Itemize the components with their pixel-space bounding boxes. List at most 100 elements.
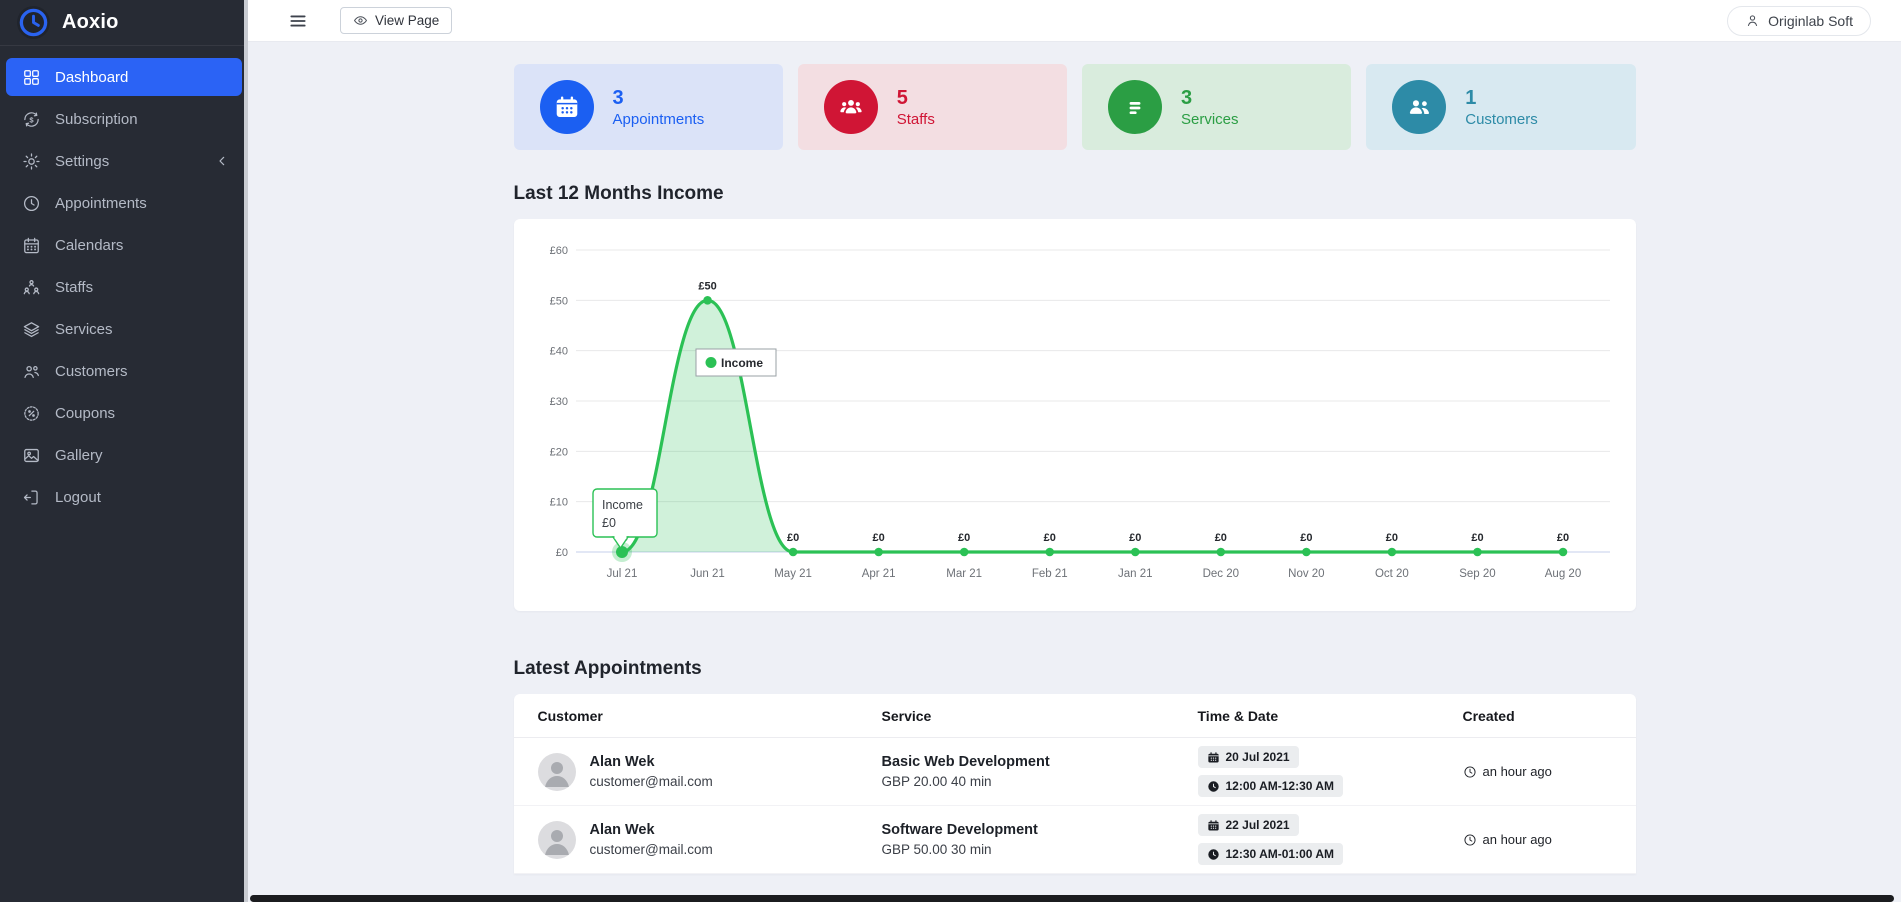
svg-text:£0: £0 xyxy=(1214,532,1226,544)
svg-text:£0: £0 xyxy=(958,532,970,544)
stat-card-staffs: 5Staffs xyxy=(798,64,1067,150)
svg-text:£0: £0 xyxy=(786,532,798,544)
sidebar-item-label: Calendars xyxy=(55,237,123,254)
stat-value: 3 xyxy=(613,87,705,110)
calendar-icon xyxy=(1207,751,1220,764)
list-filled-icon xyxy=(1108,80,1162,134)
column-header-created: Created xyxy=(1463,708,1612,724)
sidebar-item-gallery[interactable]: Gallery xyxy=(6,436,242,474)
grid-icon xyxy=(22,68,41,87)
sidebar-item-subscription[interactable]: $Subscription xyxy=(6,100,242,138)
sidebar: Aoxio Dashboard $Subscription Settings Appo… xyxy=(0,0,248,902)
appointments-table-header: Customer Service Time & Date Created xyxy=(514,694,1636,738)
customer-name: Alan Wek xyxy=(590,754,713,770)
clock-icon xyxy=(1207,780,1220,793)
eye-icon xyxy=(353,13,368,28)
appointment-row[interactable]: Alan Wekcustomer@mail.comSoftware Develo… xyxy=(514,806,1636,874)
sidebar-item-label: Customers xyxy=(55,363,128,380)
gear-icon xyxy=(22,152,41,171)
income-chart-panel: £0£10£20£30£40£50£60£0Jul 21£50Jun 21£0M… xyxy=(514,219,1636,611)
customer-email: customer@mail.com xyxy=(590,774,713,789)
svg-text:£50: £50 xyxy=(549,295,567,307)
svg-text:£0: £0 xyxy=(872,532,884,544)
account-label: Originlab Soft xyxy=(1768,13,1853,29)
date-badge: 22 Jul 2021 xyxy=(1198,814,1299,836)
svg-text:Jan 21: Jan 21 xyxy=(1118,568,1153,580)
svg-text:Oct 20: Oct 20 xyxy=(1374,568,1408,580)
sidebar-item-calendars[interactable]: Calendars xyxy=(6,226,242,264)
sidebar-header: Aoxio xyxy=(0,0,248,46)
service-meta: GBP 20.00 40 min xyxy=(882,774,1198,789)
sidebar-item-appointments[interactable]: Appointments xyxy=(6,184,242,222)
view-page-button[interactable]: View Page xyxy=(340,7,452,34)
stat-card-services: 3Services xyxy=(1082,64,1351,150)
layers-icon xyxy=(22,320,41,339)
sidebar-item-services[interactable]: Services xyxy=(6,310,242,348)
svg-text:£0: £0 xyxy=(1300,532,1312,544)
svg-text:Feb 21: Feb 21 xyxy=(1031,568,1067,580)
sidebar-item-coupons[interactable]: Coupons xyxy=(6,394,242,432)
logout-icon xyxy=(22,488,41,507)
svg-text:£40: £40 xyxy=(549,346,567,358)
service-cell: Software DevelopmentGBP 50.00 30 min xyxy=(882,822,1198,857)
sidebar-item-label: Services xyxy=(55,321,113,338)
stat-label: Staffs xyxy=(897,111,935,128)
time-badge: 12:00 AM-12:30 AM xyxy=(1198,775,1343,797)
sidebar-item-label: Logout xyxy=(55,489,101,506)
time-badge: 12:30 AM-01:00 AM xyxy=(1198,843,1343,865)
sidebar-item-settings[interactable]: Settings xyxy=(6,142,242,180)
date-badge: 20 Jul 2021 xyxy=(1198,746,1299,768)
stat-card-appointments: 3Appointments xyxy=(514,64,783,150)
latest-appointments-title: Latest Appointments xyxy=(514,658,1636,680)
sidebar-nav: Dashboard $Subscription Settings Appointmen… xyxy=(0,46,248,516)
two-person-filled-icon xyxy=(1392,80,1446,134)
customer-cell: Alan Wekcustomer@mail.com xyxy=(538,821,882,859)
svg-text:£20: £20 xyxy=(549,446,567,458)
sidebar-item-customers[interactable]: Customers xyxy=(6,352,242,390)
group-filled-icon xyxy=(824,80,878,134)
appointment-row[interactable]: Alan Wekcustomer@mail.comBasic Web Devel… xyxy=(514,738,1636,806)
svg-text:Nov 20: Nov 20 xyxy=(1288,568,1324,580)
svg-text:£10: £10 xyxy=(549,497,567,509)
svg-text:Aug 20: Aug 20 xyxy=(1544,568,1580,580)
account-button[interactable]: Originlab Soft xyxy=(1727,6,1871,36)
svg-text:£30: £30 xyxy=(549,396,567,408)
svg-text:Income: Income xyxy=(602,498,643,512)
svg-text:£0: £0 xyxy=(1385,532,1397,544)
appointments-table-body: Alan Wekcustomer@mail.comBasic Web Devel… xyxy=(514,738,1636,874)
sidebar-item-label: Settings xyxy=(55,153,109,170)
sidebar-item-dashboard[interactable]: Dashboard xyxy=(6,58,242,96)
svg-text:£0: £0 xyxy=(602,516,616,530)
clock-icon xyxy=(1463,833,1477,847)
chart-legend[interactable]: Income xyxy=(696,349,776,376)
chevron-left-icon[interactable] xyxy=(214,153,230,169)
topbar: View Page Originlab Soft xyxy=(248,0,1901,42)
created-text: an hour ago xyxy=(1483,764,1552,779)
appointments-table: Customer Service Time & Date Created Ala… xyxy=(514,694,1636,874)
sidebar-scrollbar-track[interactable] xyxy=(244,0,248,902)
svg-text:Income: Income xyxy=(721,356,763,370)
sidebar-item-label: Coupons xyxy=(55,405,115,422)
clock-icon xyxy=(22,194,41,213)
stat-label: Services xyxy=(1181,111,1239,128)
customer-avatar xyxy=(538,821,576,859)
svg-text:£0: £0 xyxy=(555,547,567,559)
sidebar-item-label: Gallery xyxy=(55,447,103,464)
created-cell: an hour ago xyxy=(1463,764,1612,779)
column-header-service: Service xyxy=(882,708,1198,724)
stat-value: 5 xyxy=(897,87,935,110)
hamburger-menu-icon[interactable] xyxy=(288,11,308,31)
horizontal-scrollbar-thumb[interactable] xyxy=(250,895,1894,902)
svg-text:£0: £0 xyxy=(1129,532,1141,544)
svg-text:Mar 21: Mar 21 xyxy=(946,568,982,580)
svg-text:Jun 21: Jun 21 xyxy=(690,568,725,580)
calendar-icon xyxy=(1207,819,1220,832)
stat-label: Customers xyxy=(1465,111,1538,128)
service-name: Software Development xyxy=(882,822,1198,838)
subscription-icon: $ xyxy=(22,110,41,129)
sidebar-item-label: Dashboard xyxy=(55,69,128,86)
sidebar-item-label: Appointments xyxy=(55,195,147,212)
sidebar-item-staffs[interactable]: Staffs xyxy=(6,268,242,306)
main-content: 3Appointments5Staffs3Services1Customers … xyxy=(248,42,1901,874)
sidebar-item-logout[interactable]: Logout xyxy=(6,478,242,516)
